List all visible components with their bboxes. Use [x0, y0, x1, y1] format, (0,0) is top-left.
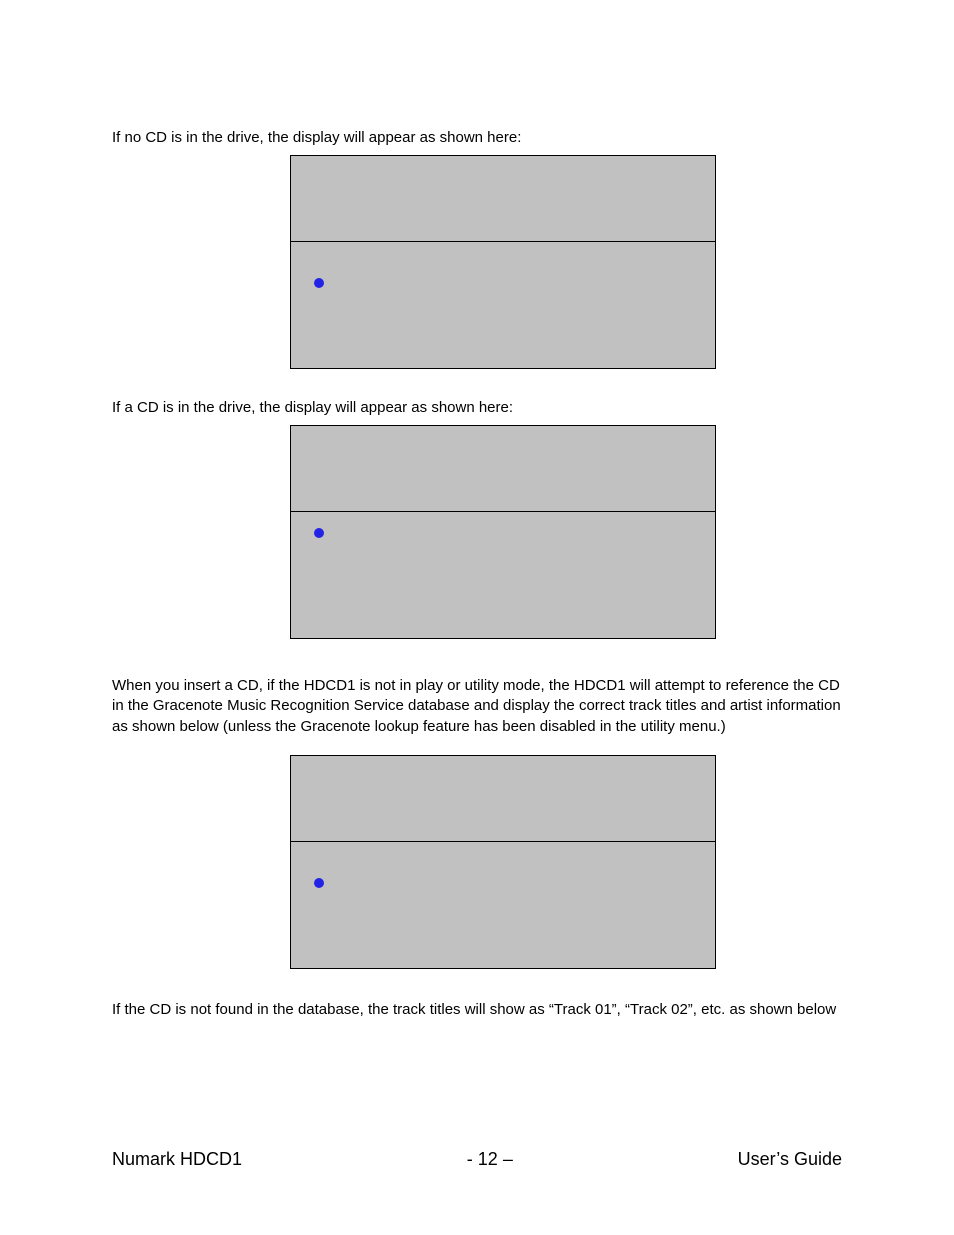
display-illustration-2: [290, 425, 716, 639]
display-illustration-3: [290, 755, 716, 969]
footer-page-number: - 12 –: [467, 1149, 513, 1170]
document-page: If no CD is in the drive, the display wi…: [0, 0, 954, 1235]
page-footer: Numark HDCD1 - 12 – User’s Guide: [112, 1149, 842, 1170]
display-illustration-1: [290, 155, 716, 369]
bullet-icon: [314, 278, 324, 288]
bullet-icon: [314, 528, 324, 538]
paragraph-gracenote: When you insert a CD, if the HDCD1 is no…: [112, 676, 844, 737]
footer-left: Numark HDCD1: [112, 1149, 242, 1170]
paragraph-cd-present: If a CD is in the drive, the display wil…: [112, 398, 842, 418]
display-divider: [291, 511, 715, 512]
paragraph-not-found: If the CD is not found in the database, …: [112, 1000, 844, 1020]
display-divider: [291, 841, 715, 842]
paragraph-no-cd: If no CD is in the drive, the display wi…: [112, 128, 842, 148]
display-divider: [291, 241, 715, 242]
bullet-icon: [314, 878, 324, 888]
footer-right: User’s Guide: [738, 1149, 842, 1170]
